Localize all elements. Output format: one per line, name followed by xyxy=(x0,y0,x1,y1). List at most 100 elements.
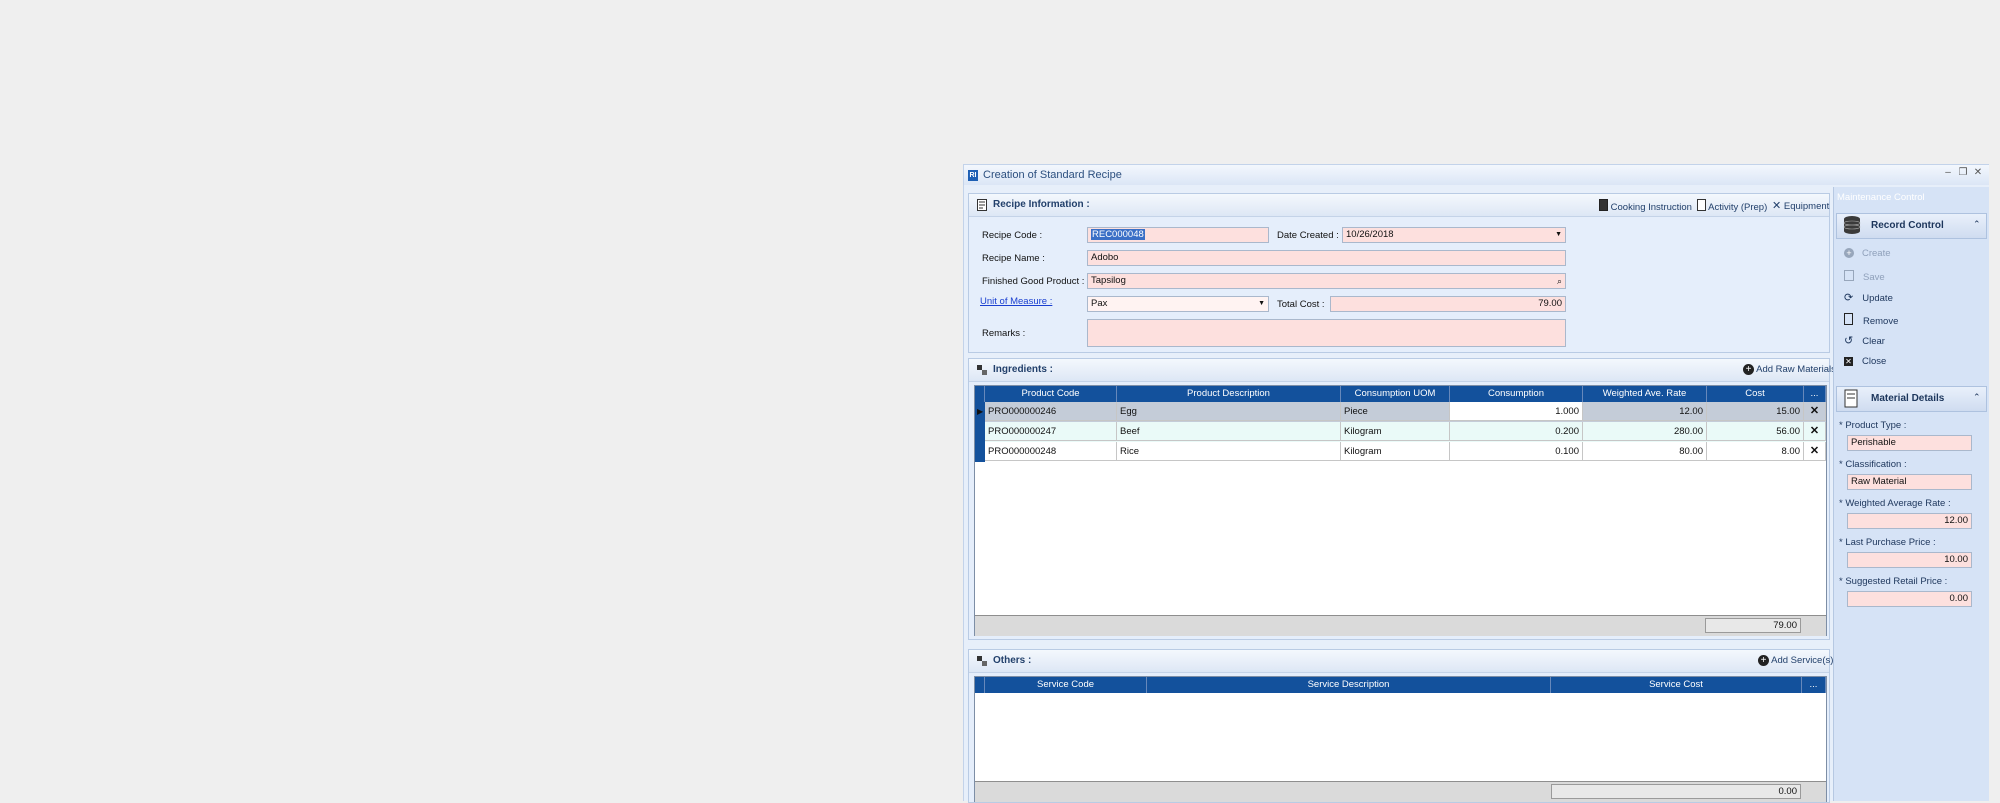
search-icon[interactable]: ⌕ xyxy=(1557,274,1562,288)
col-more[interactable]: ... xyxy=(1802,677,1826,693)
clear-button[interactable]: ↺ Clear xyxy=(1844,334,1885,347)
equipment-button[interactable]: ✕ Equipment xyxy=(1772,199,1829,212)
ingredients-panel: Ingredients : + Add Raw Materials Produc… xyxy=(968,358,1836,640)
chevron-down-icon[interactable]: ▼ xyxy=(1555,228,1562,242)
document-icon xyxy=(977,199,987,211)
recipe-window: RI Creation of Standard Recipe – ❐ ✕ Rec… xyxy=(963,164,1989,803)
col-product-description[interactable]: Product Description xyxy=(1117,386,1341,402)
create-button[interactable]: + Create xyxy=(1844,248,1891,259)
ingredients-total: 79.00 xyxy=(1705,618,1801,633)
col-product-code[interactable]: Product Code xyxy=(985,386,1117,402)
material-details-title: Material Details xyxy=(1871,393,1945,404)
others-panel: Others : + Add Service(s) Service Code S… xyxy=(968,649,1833,803)
undo-icon: ↺ xyxy=(1844,335,1854,347)
classification-label: * Classification : xyxy=(1839,459,1907,470)
table-row[interactable]: ▶ PRO000000246 Egg Piece 1.000 12.00 15.… xyxy=(975,402,1826,422)
delete-row-icon[interactable]: ✕ xyxy=(1804,422,1826,441)
col-weighted-ave-rate[interactable]: Weighted Ave. Rate xyxy=(1583,386,1707,402)
material-details-header[interactable]: Material Details ⌃ xyxy=(1836,386,1987,412)
close-button[interactable]: ✕ Close xyxy=(1844,356,1886,367)
row-indicator xyxy=(975,422,985,442)
close-window-button[interactable]: ✕ xyxy=(1972,167,1984,178)
col-service-code[interactable]: Service Code xyxy=(985,677,1147,693)
recipe-info-header: Recipe Information : Cooking Instruction… xyxy=(969,194,1829,217)
cost-cell: 15.00 xyxy=(1707,402,1804,421)
remove-button[interactable]: Remove xyxy=(1844,313,1898,327)
finished-good-label: Finished Good Product : xyxy=(982,276,1085,287)
delete-row-icon[interactable]: ✕ xyxy=(1804,402,1826,421)
add-raw-materials-label: Add Raw Materials xyxy=(1756,364,1836,375)
grid-icon xyxy=(977,656,987,666)
consumption-cell[interactable]: 1.000 xyxy=(1450,402,1583,421)
product-code-cell[interactable]: PRO000000246 xyxy=(985,402,1117,421)
table-row[interactable]: PRO000000248 Rice Kilogram 0.100 80.00 8… xyxy=(975,442,1826,462)
product-type-label: * Product Type : xyxy=(1839,420,1907,431)
product-code-cell[interactable]: PRO000000247 xyxy=(985,422,1117,441)
maintenance-control-sidebar: Maintenance Control Record Control ⌃ + Cr… xyxy=(1833,187,1989,801)
unit-of-measure-link[interactable]: Unit of Measure : xyxy=(980,296,1052,307)
ingredients-header: Ingredients : + Add Raw Materials xyxy=(969,359,1836,382)
row-indicator-header xyxy=(975,677,985,693)
unit-of-measure-select[interactable]: Pax ▼ xyxy=(1087,296,1269,312)
plus-circle-icon: + xyxy=(1844,248,1854,258)
remarks-label: Remarks : xyxy=(982,328,1026,339)
last-purchase-price-field: 10.00 xyxy=(1847,552,1972,568)
record-control-header[interactable]: Record Control ⌃ xyxy=(1836,213,1987,239)
delete-row-icon[interactable]: ✕ xyxy=(1804,442,1826,461)
row-indicator: ▶ xyxy=(975,402,985,422)
app-icon: RI xyxy=(968,170,978,181)
product-description-cell[interactable]: Beef xyxy=(1117,422,1341,441)
restore-button[interactable]: ❐ xyxy=(1957,167,1969,178)
col-consumption-uom[interactable]: Consumption UOM xyxy=(1341,386,1450,402)
product-description-cell[interactable]: Egg xyxy=(1117,402,1341,421)
equipment-label: Equipment xyxy=(1783,201,1830,212)
activity-prep-label: Activity (Prep) xyxy=(1708,202,1768,213)
collapse-icon[interactable]: ⌃ xyxy=(1973,392,1981,403)
table-row[interactable]: PRO000000247 Beef Kilogram 0.200 280.00 … xyxy=(975,422,1826,442)
save-button[interactable]: Save xyxy=(1844,270,1885,283)
file-remove-icon xyxy=(1844,313,1853,325)
date-created-label: Date Created : xyxy=(1277,230,1339,241)
product-code-cell[interactable]: PRO000000248 xyxy=(985,442,1117,461)
add-raw-materials-button[interactable]: + Add Raw Materials xyxy=(1743,364,1836,375)
minimize-button[interactable]: – xyxy=(1942,167,1954,178)
window-title: Creation of Standard Recipe xyxy=(983,169,1122,181)
record-control-title: Record Control xyxy=(1871,220,1944,231)
product-type-field: Perishable xyxy=(1847,435,1972,451)
add-services-label: Add Service(s) xyxy=(1771,655,1834,666)
col-consumption[interactable]: Consumption xyxy=(1450,386,1583,402)
recipe-info-panel: Recipe Information : Cooking Instruction… xyxy=(968,193,1830,353)
consumption-uom-cell[interactable]: Kilogram xyxy=(1341,442,1450,461)
cost-cell: 56.00 xyxy=(1707,422,1804,441)
cooking-instruction-button[interactable]: Cooking Instruction xyxy=(1599,199,1692,213)
col-more[interactable]: ... xyxy=(1804,386,1826,402)
remarks-textarea[interactable] xyxy=(1087,319,1566,347)
others-title: Others : xyxy=(993,655,1032,666)
row-indicator xyxy=(975,442,985,462)
total-cost-label: Total Cost : xyxy=(1277,299,1325,310)
col-service-cost[interactable]: Service Cost xyxy=(1551,677,1802,693)
clipboard-icon xyxy=(1697,199,1706,211)
consumption-uom-cell[interactable]: Kilogram xyxy=(1341,422,1450,441)
consumption-uom-cell[interactable]: Piece xyxy=(1341,402,1450,421)
consumption-cell[interactable]: 0.100 xyxy=(1450,442,1583,461)
product-description-cell[interactable]: Rice xyxy=(1117,442,1341,461)
update-button[interactable]: ⟳ Update xyxy=(1844,291,1893,304)
recipe-name-field[interactable]: Adobo xyxy=(1087,250,1566,266)
finished-good-field[interactable]: Tapsilog ⌕ xyxy=(1087,273,1566,289)
activity-prep-button[interactable]: Activity (Prep) xyxy=(1697,199,1767,213)
weighted-rate-cell: 12.00 xyxy=(1583,402,1707,421)
maintenance-control-title: Maintenance Control xyxy=(1837,192,1925,203)
chevron-down-icon[interactable]: ▼ xyxy=(1258,297,1265,311)
suggested-retail-price-label: * Suggested Retail Price : xyxy=(1839,576,1948,587)
date-created-field[interactable]: 10/26/2018 ▼ xyxy=(1342,227,1566,243)
add-services-button[interactable]: + Add Service(s) xyxy=(1758,655,1833,666)
consumption-cell[interactable]: 0.200 xyxy=(1450,422,1583,441)
col-service-description[interactable]: Service Description xyxy=(1147,677,1551,693)
weighted-average-rate-field: 12.00 xyxy=(1847,513,1972,529)
document-edit-icon xyxy=(1844,389,1858,408)
database-icon xyxy=(1843,216,1861,234)
collapse-icon[interactable]: ⌃ xyxy=(1973,219,1981,230)
col-cost[interactable]: Cost xyxy=(1707,386,1804,402)
recipe-code-field[interactable]: REC000048 xyxy=(1087,227,1269,243)
